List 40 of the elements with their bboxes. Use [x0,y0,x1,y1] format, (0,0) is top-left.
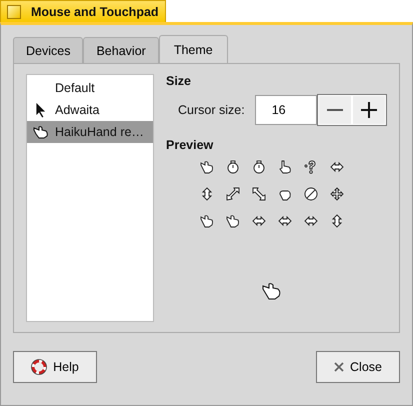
horizontal-arrows-icon [330,160,344,174]
hand-icon [200,214,214,228]
field-label: Cursor size: [178,103,245,117]
horizontal-arrows-icon [304,214,318,228]
decrease-button[interactable] [318,95,352,125]
stopwatch-icon [252,160,266,174]
arrow-cursor-icon [35,101,47,119]
hand-cursor-icon [262,282,282,300]
minus-icon [326,109,343,111]
theme-item[interactable]: Adwaita [27,99,153,121]
life-ring-icon [31,359,48,375]
close-icon [334,362,344,372]
tab[interactable]: Theme [158,35,228,63]
diagonal-arrows-icon [226,187,240,201]
tab[interactable]: Devices [13,37,84,63]
window-title: Mouse and Touchpad [31,4,159,18]
pointing-hand-icon [278,160,292,174]
section-heading: Size [166,74,192,88]
question-mark-icon [304,160,318,174]
horizontal-arrows-icon [278,214,292,228]
window-close-box[interactable] [7,4,21,18]
forbidden-icon [304,187,318,201]
close-button[interactable]: Close [316,351,400,383]
vertical-arrows-icon [200,187,214,201]
hand-icon [226,214,240,228]
hand-icon [200,160,214,174]
hand-cursor-icon [33,125,49,139]
move-icon [330,187,344,201]
cursor-size-field[interactable]: 16 [254,95,317,125]
section-heading: Preview [166,138,214,152]
vertical-arrows-icon [330,214,344,228]
diagonal-arrows-icon [252,187,266,201]
theme-item[interactable]: HaikuHand re… [27,121,153,143]
theme-item[interactable]: Default [27,77,153,99]
horizontal-arrows-icon [252,214,266,228]
tab[interactable]: Behavior [83,37,159,63]
plus-icon [360,102,377,118]
stopwatch-icon [226,160,240,174]
help-button[interactable]: Help [13,351,97,383]
increase-button[interactable] [352,95,386,125]
